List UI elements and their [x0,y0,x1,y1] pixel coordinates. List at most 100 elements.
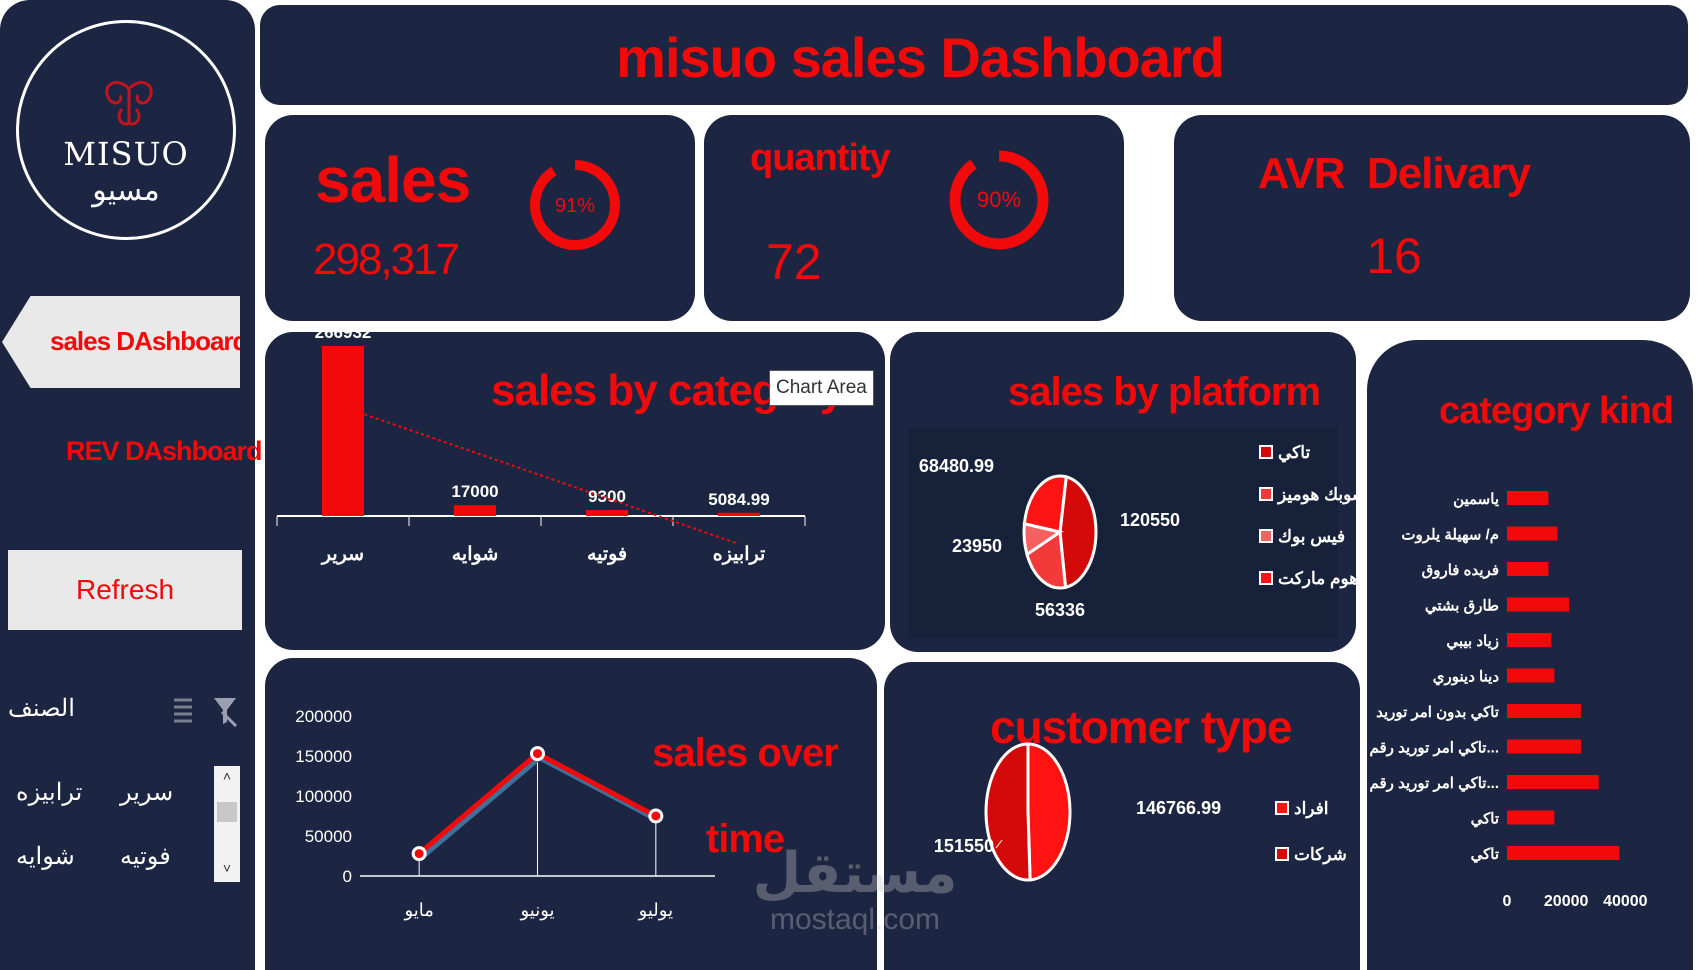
slice-value-label: 56336 [1035,600,1085,620]
category-kind-panel: category kind ياسمين م/ سهيلة يلروت فريده … [1367,340,1693,970]
watermark-latin: mostaql.com [769,903,941,936]
slicer-item[interactable]: شوايه [16,842,75,870]
y-tick-label: تاكي بدون امر توريد [1376,704,1499,722]
y-tick-label: فريده فاروق [1422,562,1499,579]
nav-rev-dashboard[interactable]: REV DAshboard [60,430,263,480]
data-point [530,746,545,762]
legend-swatch [1259,529,1273,543]
bar [1507,597,1570,612]
logo-arabic-text: مسيو [92,173,160,208]
slicer-item[interactable]: فوتيه [120,842,171,870]
kpi-quantity-ring: 90% [949,150,1049,250]
data-point [411,846,427,862]
bar [1507,739,1581,754]
legend-label: شوبك هوميز [1276,485,1356,505]
bar-value-label: 17000 [451,482,498,501]
kpi-quantity-pct: 90% [977,187,1021,212]
kpi-delivery-label: AVR Delivary [1257,149,1531,198]
multiselect-icon[interactable] [172,694,194,724]
legend-label: افراد [1294,799,1329,819]
bar [1507,704,1581,718]
pie-slice [1022,474,1068,534]
y-tick-label: تاكي [1471,846,1499,864]
bar-value-label: 5084.99 [708,490,769,509]
sidebar: MISUO مسيو sales DAshboard REV DAshboard… [0,0,263,970]
legend-swatch [1259,571,1273,585]
kpi-sales-card: sales 298,317 91% [265,115,695,321]
legend-label: هوم ماركت [1278,569,1356,589]
legend-swatch [1275,801,1289,815]
category-kind-chart: ياسمين م/ سهيلة يلروت فريده فاروق طارق بشتي… [1370,491,1648,910]
y-tick-label: 200000 [295,707,352,726]
slicer-item[interactable]: ترابيزه [16,778,82,806]
refresh-button[interactable]: Refresh [8,550,242,630]
bar [586,510,628,516]
slice-value-label: 120550 [1120,510,1180,530]
slice-value-label: 146766.99 [1136,798,1221,818]
y-tick-label: 0 [343,867,352,886]
x-tick-label: 40000 [1603,893,1648,910]
legend-label: فيس بوك [1278,527,1345,547]
legend-swatch [1275,847,1289,861]
y-tick-label: م/ سهيلة يلروت [1401,527,1499,544]
kpi-sales-label: sales [315,144,471,216]
y-tick-label: طارق بشتي [1425,598,1499,616]
bar [454,505,496,516]
x-tick-label: يونيو [519,900,554,921]
x-tick-label: ترابيزه [713,544,766,565]
y-tick-label: تاكي امر توريد رقم... [1370,775,1500,793]
bar [1507,633,1552,647]
logo-circle: MISUO مسيو [16,20,236,240]
header-panel: misuo sales Dashboard [260,5,1688,105]
trendline [352,409,740,545]
chart-area-tooltip: Chart Area [769,370,874,406]
slicer-title: الصنف [8,694,75,722]
y-tick-label: 50000 [305,827,352,846]
legend-swatch [1259,487,1273,501]
page-title: misuo sales Dashboard [616,26,1225,89]
scroll-thumb[interactable] [217,802,237,822]
kpi-sales-ring: 91% [530,160,620,250]
slicer-item[interactable]: سرير [120,778,173,806]
slicer-scrollbar[interactable]: ˄ ˅ [214,766,240,882]
slice-value-label: 23950 [952,536,1002,556]
kpi-delivery-card: AVR Delivary 16 [1174,115,1690,321]
kpi-quantity-card: quantity 72 90% [704,115,1124,321]
x-tick-label: سرير [320,544,364,565]
x-tick-label: مايو [403,900,433,921]
y-tick-label: ياسمين [1453,491,1499,508]
kpi-quantity-label: quantity [750,137,891,179]
data-point [648,808,664,824]
bar [1507,562,1549,576]
bar [1507,491,1549,505]
bar [1507,810,1555,825]
clear-filter-icon[interactable] [212,694,238,728]
y-tick-label: زياد بيبي [1446,633,1499,651]
y-tick-label: 150000 [295,747,352,766]
x-tick-label: 20000 [1544,893,1589,910]
kpi-delivery-value: 16 [1366,228,1422,284]
watermark-arabic: مستقل [752,841,958,906]
x-tick-label: شوايه [452,544,499,565]
kpi-sales-value: 298,317 [313,235,460,284]
bar [718,512,760,516]
pie-slice [1026,742,1072,882]
bar [1507,846,1620,860]
bar-value-label: 266932 [315,332,372,342]
bar [1507,526,1558,541]
scroll-up-icon[interactable]: ˄ [214,768,240,788]
x-tick-label: 0 [1503,893,1512,910]
x-tick-label: يوليو [638,900,674,921]
legend-label: شركات [1294,845,1347,865]
bar [1507,668,1555,683]
nav-rev-label: REV DAshboard [66,436,263,466]
kpi-sales-pct: 91% [555,195,595,217]
scroll-down-icon[interactable]: ˅ [214,860,240,880]
legend-label: تاكي [1278,443,1310,463]
bar [1507,775,1599,789]
pie-slice [984,742,1032,882]
watermark: مستقل mostaql.com [740,846,970,946]
line-shadow [418,752,660,860]
sales-by-category-panel[interactable]: sales by category 266932 سرير 17000 شوايه 93… [265,332,885,650]
nav-sales-dashboard[interactable]: sales DAshboard [2,296,240,388]
